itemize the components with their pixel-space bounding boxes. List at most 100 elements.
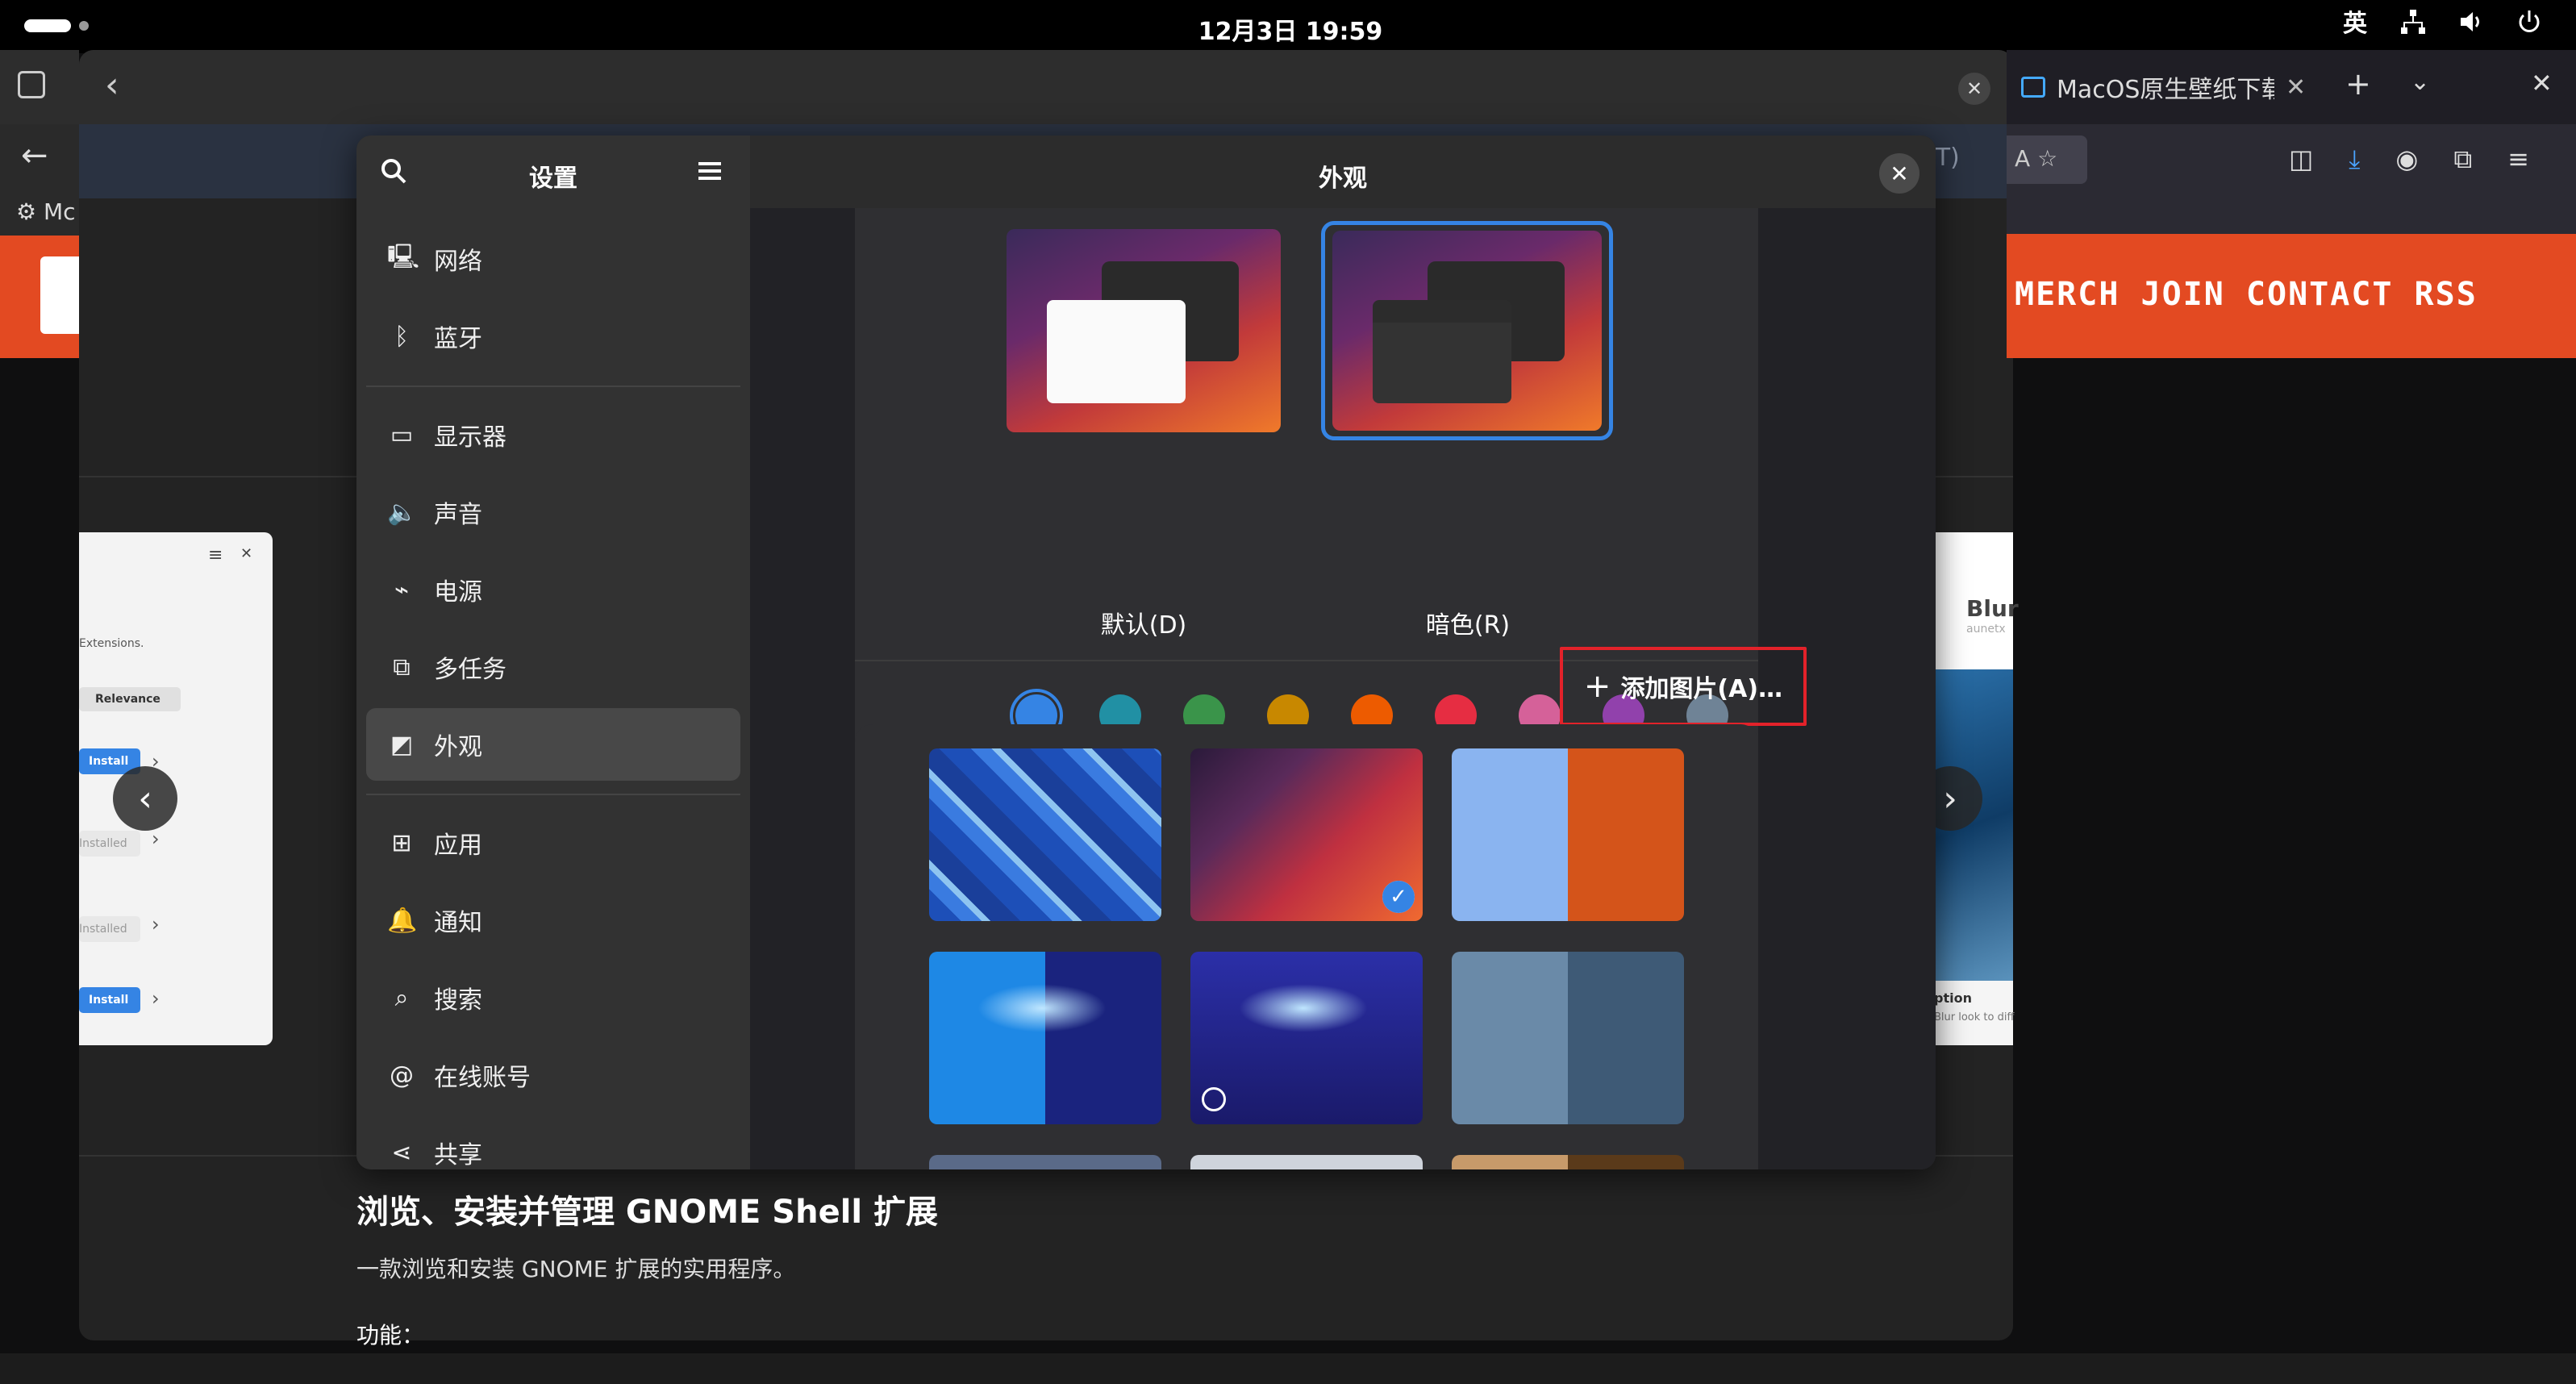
- wallpaper-partial[interactable]: [929, 1155, 1161, 1169]
- tab-close-icon[interactable]: ✕: [2286, 73, 2306, 102]
- sidebar-divider: [366, 794, 740, 795]
- carousel-prev-button[interactable]: ‹: [113, 766, 177, 831]
- sidebar-item-label: 外观: [434, 733, 482, 761]
- content-header: 外观: [750, 135, 1936, 208]
- sidebar-item-sound[interactable]: 🔈 声音: [366, 476, 740, 548]
- url-bar-fragment[interactable]: A ☆: [2007, 135, 2087, 184]
- extensions-icon[interactable]: ⧉: [2453, 144, 2472, 175]
- sidebar-item-appearance[interactable]: ◩ 外观: [366, 708, 740, 781]
- sidebar-item-label: 搜索: [434, 986, 482, 1015]
- workspace-dot[interactable]: [79, 21, 89, 31]
- wallpaper-glow: [977, 984, 1107, 1032]
- wallpaper-macos-waves[interactable]: ✓: [1190, 748, 1423, 921]
- search-icon: ⌕: [394, 983, 409, 1012]
- sidebar-item-label: 显示器: [434, 423, 506, 452]
- system-top-bar: 12月3日 19:59 英: [0, 0, 2576, 53]
- bluetooth-icon: ᛒ: [394, 322, 409, 351]
- style-default-thumbnail[interactable]: [1007, 229, 1281, 432]
- chevron-right-icon[interactable]: ›: [152, 913, 160, 936]
- style-dark-label: 暗色(R): [1425, 611, 1511, 640]
- wallpaper-partial[interactable]: [1452, 1155, 1684, 1169]
- thumb-window-light: [1047, 300, 1186, 403]
- sidebar-item-multitasking[interactable]: ⧉ 多任务: [366, 631, 740, 703]
- page-title: 外观: [1319, 165, 1367, 193]
- menu-icon[interactable]: ≡: [208, 545, 223, 565]
- volume-icon[interactable]: [2457, 8, 2486, 40]
- site-header-left: [0, 234, 79, 358]
- settings-window: 设置 🖳 网络 ᛒ 蓝牙 ▭ 显示器 🔈 声音 ⌁ 电源 ⧉ 多任务 ◩ 外观 …: [356, 135, 1936, 1169]
- account-icon[interactable]: ◉: [2395, 144, 2418, 175]
- wallpaper-fedora-day-night[interactable]: [929, 952, 1161, 1124]
- wallpaper-grid: ✓: [855, 724, 1758, 1169]
- sidebar-item-label: 声音: [434, 501, 482, 529]
- wallpaper-fedora-night[interactable]: [1190, 952, 1423, 1124]
- sidebar-item-apps[interactable]: ⊞ 应用: [366, 807, 740, 879]
- site-header-nav: MERCH JOIN CONTACT RSS: [2007, 234, 2576, 358]
- clock-badge-icon: [1202, 1087, 1226, 1111]
- close-icon[interactable]: ✕: [1958, 73, 1990, 105]
- network-icon[interactable]: [2399, 8, 2428, 40]
- thumb-window-dark-front: [1373, 300, 1511, 403]
- firefox-toolbar-icons: ◫ ⤓ ◉ ⧉ ≡: [2289, 144, 2529, 175]
- input-method-indicator[interactable]: 英: [2340, 8, 2370, 40]
- chevron-right-icon[interactable]: ›: [152, 987, 160, 1010]
- sidebar-item-label: 共享: [434, 1141, 482, 1169]
- window-close-icon[interactable]: ✕: [2531, 68, 2553, 98]
- wallpaper-blue-orange[interactable]: [1452, 748, 1684, 921]
- preview-title: Blur: [1966, 595, 2019, 622]
- preview-option: ption Blur look to diff: [1934, 981, 2014, 1045]
- add-picture-button[interactable]: + 添加图片(A)…: [1560, 647, 1807, 726]
- firefox-tab[interactable]: MacOS原生壁纸下载 ✕: [2021, 66, 2360, 108]
- sidebar-item-label: 蓝牙: [434, 325, 482, 353]
- sidebar-item-notifications[interactable]: 🔔 通知: [366, 884, 740, 957]
- description-heading: 浏览、安装并管理 GNOME Shell 扩展: [356, 1194, 939, 1231]
- chevron-right-icon[interactable]: ›: [152, 827, 160, 850]
- back-chevron-icon[interactable]: ‹: [105, 65, 119, 106]
- extensions-text: Extensions.: [79, 637, 144, 650]
- sidebar-item-network[interactable]: 🖳 网络: [366, 223, 740, 295]
- sidebar-item-label: 多任务: [434, 656, 506, 684]
- sidebar-item-bluetooth[interactable]: ᛒ 蓝牙: [366, 300, 740, 373]
- back-arrow-icon[interactable]: ←: [21, 137, 48, 174]
- wallpaper-blue-triangles[interactable]: [929, 748, 1161, 921]
- apps-icon: ⊞: [391, 828, 412, 857]
- site-nav-links[interactable]: MERCH JOIN CONTACT RSS: [2015, 276, 2576, 313]
- close-icon[interactable]: ✕: [240, 545, 252, 562]
- wallpaper-frosted-glass[interactable]: [1452, 952, 1684, 1124]
- installed-badge: Installed: [79, 831, 140, 857]
- sidebar-item-label: 应用: [434, 832, 482, 860]
- sidebar-item-display[interactable]: ▭ 显示器: [366, 398, 740, 471]
- power-icon[interactable]: [2515, 8, 2544, 40]
- sidebar-title: 设置: [529, 165, 577, 193]
- bookmark-bar-left: ⚙ Mc: [0, 198, 79, 236]
- tab-list-chevron-icon[interactable]: ⌄: [2410, 68, 2430, 96]
- sort-dropdown[interactable]: Relevance: [79, 687, 181, 711]
- multitasking-icon: ⧉: [393, 652, 411, 682]
- tab-overview-icon[interactable]: [18, 71, 45, 98]
- sidebar-item-power[interactable]: ⌁ 电源: [366, 553, 740, 626]
- close-button[interactable]: ✕: [1879, 153, 1919, 194]
- bookmark-label[interactable]: Mc: [44, 198, 76, 225]
- appearance-icon: ◩: [390, 730, 414, 759]
- star-icon[interactable]: ☆: [2037, 145, 2057, 172]
- new-tab-icon[interactable]: +: [2345, 66, 2371, 102]
- menu-icon[interactable]: ≡: [2507, 144, 2529, 175]
- hamburger-menu-icon[interactable]: [695, 156, 724, 189]
- display-icon: ▭: [390, 420, 414, 449]
- share-icon: ⋖: [391, 1138, 412, 1167]
- install-button[interactable]: Install: [79, 987, 140, 1013]
- wallpaper-partial[interactable]: [1190, 1155, 1423, 1169]
- installed-badge: Installed: [79, 916, 140, 942]
- system-tray[interactable]: 英: [2340, 8, 2544, 40]
- clock[interactable]: 12月3日 19:59: [1129, 11, 1452, 47]
- sidebar-item-search[interactable]: ⌕ 搜索: [366, 961, 740, 1034]
- sidebar-item-online-accounts[interactable]: @ 在线账号: [366, 1039, 740, 1111]
- style-dark-thumbnail[interactable]: [1332, 231, 1602, 431]
- option-label: ption: [1934, 990, 1972, 1006]
- pocket-icon[interactable]: ◫: [2289, 144, 2313, 175]
- plus-icon: +: [1583, 668, 1611, 705]
- sidebar-header: 设置: [356, 135, 750, 208]
- sidebar-item-sharing[interactable]: ⋖ 共享: [366, 1116, 740, 1170]
- download-icon[interactable]: ⤓: [2349, 144, 2360, 175]
- activities-indicator[interactable]: [24, 19, 71, 32]
